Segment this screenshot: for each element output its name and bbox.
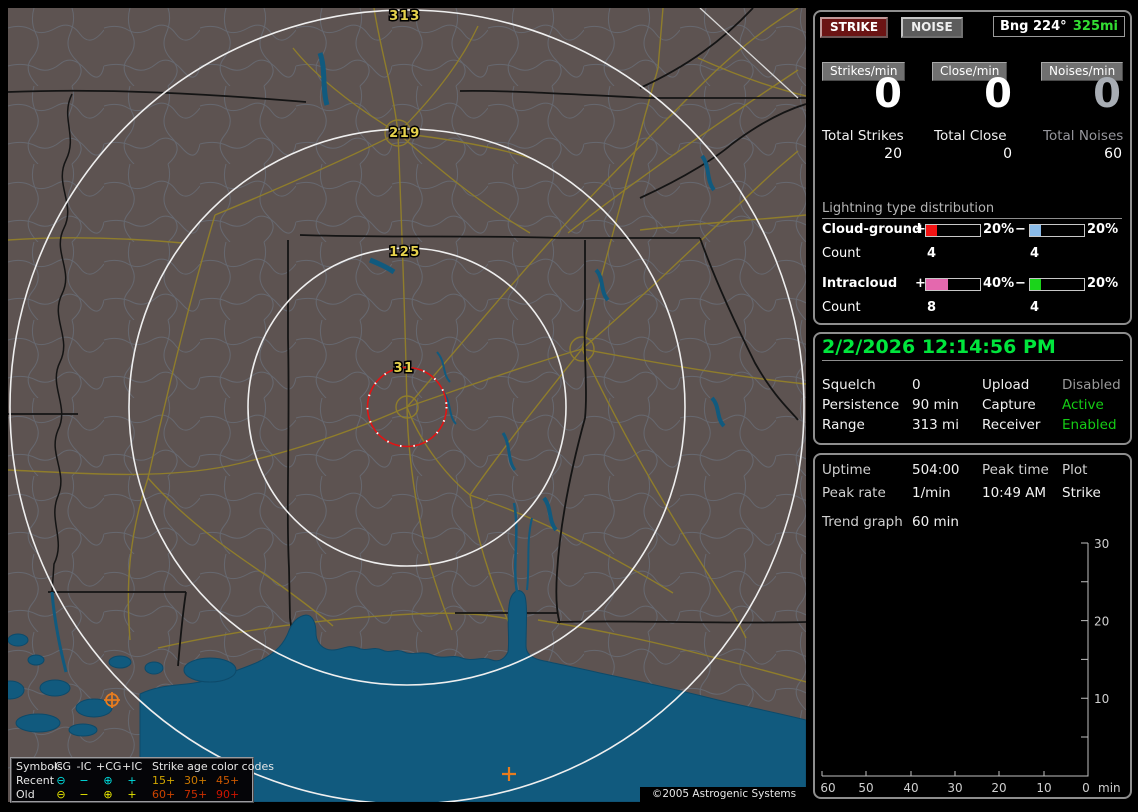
ic-negative-pct: 20% xyxy=(1087,276,1119,291)
cg-negative-pct: 20% xyxy=(1087,222,1119,237)
ic-positive-bar xyxy=(925,278,981,291)
x-tick-0: 0 xyxy=(1082,781,1090,795)
x-tick-50: 50 xyxy=(858,781,873,795)
recent-pos-ic-icon: + xyxy=(127,774,137,787)
close-rate-value: 0 xyxy=(984,71,1012,117)
counters-panel: STRIKE NOISE Bng 224° 325mi Strikes/min … xyxy=(813,10,1132,325)
cg-negative-count: 4 xyxy=(1030,246,1040,261)
receiver-label: Receiver xyxy=(982,417,1041,433)
age-15: 15+ xyxy=(152,774,176,787)
legend-old-label: Old xyxy=(16,788,35,801)
x-tick-60: 60 xyxy=(820,781,835,795)
cg-negative-bar xyxy=(1029,224,1085,237)
clock-divider xyxy=(822,360,1123,361)
ic-positive-pct: 40% xyxy=(983,276,1015,291)
ic-negative-count: 4 xyxy=(1030,300,1040,315)
receiver-status: Enabled xyxy=(1062,417,1117,433)
age-90: 90+ xyxy=(216,788,240,801)
cloud-ground-label: Cloud-ground xyxy=(822,222,922,237)
upload-label: Upload xyxy=(982,377,1030,393)
bearing-display: Bng 224° 325mi xyxy=(993,16,1125,37)
datetime-display: 2/2/2026 12:14:56 PM xyxy=(822,336,1056,358)
ic-negative-bar-fill xyxy=(1030,279,1041,290)
age-75: 75+ xyxy=(184,788,208,801)
strikes-rate-value: 0 xyxy=(874,71,902,117)
distribution-title: Lightning type distribution xyxy=(822,201,995,216)
recent-pos-cg-icon: ⊕ xyxy=(103,774,113,787)
ic-positive-count: 8 xyxy=(927,300,937,315)
ring-label-31: 31 xyxy=(393,361,414,376)
persistence-value: 90 min xyxy=(912,397,959,413)
ring-label-313: 313 xyxy=(389,9,421,24)
age-60: 60+ xyxy=(152,788,176,801)
intracloud-label: Intracloud xyxy=(822,276,898,291)
total-close-value: 0 xyxy=(1003,146,1012,162)
total-strikes-value: 20 xyxy=(884,146,902,162)
capture-label: Capture xyxy=(982,397,1036,413)
status-panel: 2/2/2026 12:14:56 PM Squelch 0 Upload Di… xyxy=(813,332,1132,445)
total-strikes-label: Total Strikes xyxy=(822,128,904,144)
x-axis-unit: min xyxy=(1098,781,1121,795)
cg-positive-bar xyxy=(925,224,981,237)
trend-axes xyxy=(822,543,1089,777)
cg-negative-bar-fill xyxy=(1030,225,1041,236)
capture-status: Active xyxy=(1062,397,1104,413)
cg-positive-count: 4 xyxy=(927,246,937,261)
ic-positive-bar-fill xyxy=(926,279,948,290)
y-tick-20: 20 xyxy=(1094,615,1109,629)
strike-legend: Symbols -CG -IC +CG +IC Strike age color… xyxy=(10,757,274,803)
old-pos-ic-icon: + xyxy=(127,788,137,801)
ic-count-label: Count xyxy=(822,300,861,315)
distribution-divider xyxy=(822,218,1122,219)
noises-rate-value: 0 xyxy=(1093,71,1121,117)
range-label: Range xyxy=(822,417,865,433)
stats-panel: Uptime 504:00 Peak time Plot Peak rate 1… xyxy=(813,453,1132,799)
cg-positive-bar-fill xyxy=(926,225,937,236)
total-close-label: Total Close xyxy=(934,128,1007,144)
strike-button[interactable]: STRIKE xyxy=(820,17,889,38)
ring-label-219: 219 xyxy=(389,126,421,141)
noise-button[interactable]: NOISE xyxy=(901,17,963,38)
x-tick-10: 10 xyxy=(1036,781,1051,795)
ring-label-125: 125 xyxy=(389,245,421,260)
old-neg-cg-icon: ⊖ xyxy=(56,788,66,801)
old-pos-cg-icon: ⊕ xyxy=(103,788,113,801)
legend-col-pos-cg: +CG xyxy=(96,760,122,773)
map-canvas: 313 219 125 31 xyxy=(8,8,806,802)
recent-neg-cg-icon: ⊖ xyxy=(56,774,66,787)
bearing-value: Bng 224° xyxy=(1000,19,1067,34)
x-tick-40: 40 xyxy=(903,781,918,795)
range-value: 313 mi xyxy=(912,417,959,433)
recent-neg-ic-icon: − xyxy=(79,774,89,787)
ic-negative-bar xyxy=(1029,278,1085,291)
legend-col-neg-ic: -IC xyxy=(76,760,92,773)
y-tick-30: 30 xyxy=(1094,537,1109,551)
old-neg-ic-icon: − xyxy=(79,788,89,801)
squelch-label: Squelch xyxy=(822,377,876,393)
age-45: 45+ xyxy=(216,774,240,787)
legend-recent-label: Recent xyxy=(16,774,55,787)
persistence-label: Persistence xyxy=(822,397,900,413)
squelch-value: 0 xyxy=(912,377,921,393)
cg-positive-pct: 20% xyxy=(983,222,1015,237)
upload-status: Disabled xyxy=(1062,377,1121,393)
x-tick-30: 30 xyxy=(947,781,962,795)
age-30: 30+ xyxy=(184,774,208,787)
trend-graph: 30 20 10 60 50 40 30 20 10 0 min xyxy=(820,537,1121,795)
legend-col-pos-ic: +IC xyxy=(122,760,143,773)
total-noises-label: Total Noises xyxy=(1043,128,1124,144)
app-window: 313 219 125 31 Symbols -CG -IC +CG +IC S… xyxy=(0,0,1138,812)
cg-minus-sign: − xyxy=(1015,222,1026,237)
lightning-map[interactable]: 313 219 125 31 Symbols -CG -IC +CG +IC S… xyxy=(8,8,808,803)
cg-count-label: Count xyxy=(822,246,861,261)
x-tick-20: 20 xyxy=(991,781,1006,795)
y-tick-10: 10 xyxy=(1094,692,1109,706)
bearing-range-value: 325mi xyxy=(1072,19,1118,34)
legend-col-neg-cg: -CG xyxy=(50,760,72,773)
copyright-text: ©2005 Astrogenic Systems xyxy=(640,787,808,802)
legend-age-title: Strike age color codes xyxy=(152,760,274,773)
total-noises-value: 60 xyxy=(1104,146,1122,162)
ic-minus-sign: − xyxy=(1015,276,1026,291)
